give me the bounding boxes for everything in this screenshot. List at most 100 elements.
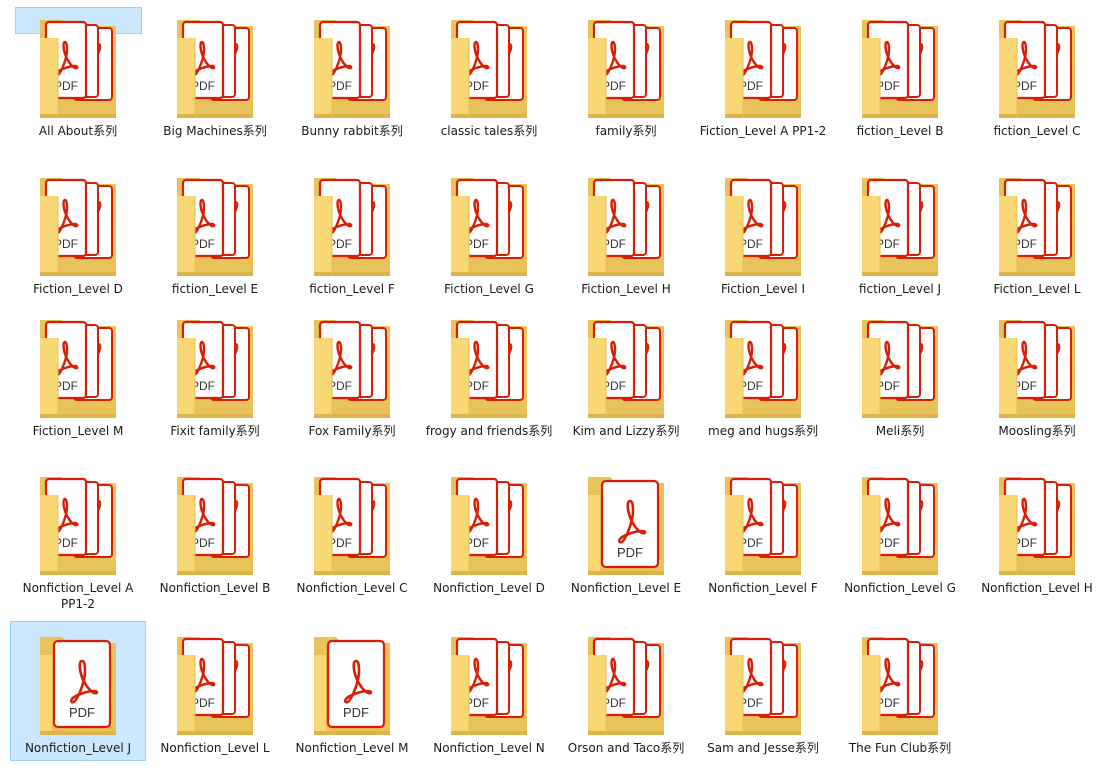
folder-pdf-icon: PDF [175,473,255,577]
folder-item[interactable]: PDF The Fun Club系列 [832,621,968,761]
folder-item[interactable]: PDF fiction_Level C [969,4,1105,154]
folder-single-pdf-icon: PDF [312,633,392,737]
folder-pdf-icon: PDF [38,16,118,120]
folder-name: Nonfiction_Level B [159,581,271,595]
folder-item[interactable]: PDF Nonfiction_Level F [695,461,831,611]
folder-name: family系列 [595,124,657,138]
folder-name: Nonfiction_Level E [570,581,682,595]
folder-item[interactable]: PDF Fiction_Level M [10,304,146,454]
folder-item[interactable]: PDF Nonfiction_Level N [421,621,557,761]
folder-pdf-icon: PDF [997,473,1077,577]
folder-pdf-icon: PDF [723,316,803,420]
folder-pdf-icon: PDF [723,174,803,278]
folder-item[interactable]: PDF Fox Family系列 [284,304,420,454]
folder-name: Orson and Taco系列 [567,741,685,755]
folder-name: Bunny rabbit系列 [301,124,403,138]
folder-item[interactable]: PDF Nonfiction_Level L [147,621,283,761]
folder-name: fiction_Level B [856,124,944,138]
folder-item[interactable]: PDF fiction_Level B [832,4,968,154]
folder-pdf-icon: PDF [175,16,255,120]
folder-pdf-icon: PDF [586,174,666,278]
folder-item[interactable]: PDF fiction_Level F [284,162,420,312]
folder-name: classic tales系列 [440,124,538,138]
folder-pdf-icon: PDF [586,633,666,737]
folder-item[interactable]: PDF Nonfiction_Level E [558,461,694,611]
folder-pdf-icon: PDF [175,316,255,420]
folder-name: Fiction_Level L [993,282,1081,296]
folder-pdf-icon: PDF [586,316,666,420]
folder-pdf-icon: PDF [312,16,392,120]
folder-pdf-icon: PDF [38,473,118,577]
folder-pdf-icon: PDF [997,174,1077,278]
folder-item[interactable]: PDF Orson and Taco系列 [558,621,694,761]
folder-name: fiction_Level C [993,124,1081,138]
folder-name: frogy and friends系列 [425,424,553,438]
folder-name: Meli系列 [875,424,925,438]
folder-pdf-icon: PDF [860,473,940,577]
folder-name: Kim and Lizzy系列 [572,424,680,438]
folder-item[interactable]: PDF classic tales系列 [421,4,557,154]
folder-item[interactable]: PDF Nonfiction_Level D [421,461,557,611]
folder-name: Nonfiction_Level A PP1-2 [22,581,134,611]
folder-item[interactable]: PDF Fiction_Level A PP1-2 [695,4,831,154]
folder-item[interactable]: PDF family系列 [558,4,694,154]
folder-name: Nonfiction_Level J [24,741,132,755]
folder-item[interactable]: PDF Nonfiction_Level H [969,461,1105,611]
folder-item[interactable]: PDF Meli系列 [832,304,968,454]
folder-item[interactable]: PDF meg and hugs系列 [695,304,831,454]
folder-name: Nonfiction_Level G [844,581,956,595]
folder-name: Fixit family系列 [170,424,260,438]
folder-item[interactable]: PDF Big Machines系列 [147,4,283,154]
folder-pdf-icon: PDF [723,16,803,120]
folder-pdf-icon: PDF [586,16,666,120]
folder-item[interactable]: PDF Fixit family系列 [147,304,283,454]
folder-name: Moosling系列 [998,424,1076,438]
folder-item[interactable]: PDF Fiction_Level D [10,162,146,312]
folder-name: Fox Family系列 [308,424,396,438]
folder-pdf-icon: PDF [997,16,1077,120]
folder-item[interactable]: PDF Fiction_Level H [558,162,694,312]
folder-pdf-icon: PDF [723,633,803,737]
folder-name: Nonfiction_Level D [433,581,545,595]
folder-item[interactable]: PDF Nonfiction_Level B [147,461,283,611]
folder-item[interactable]: PDF Nonfiction_Level M [284,621,420,761]
folder-name: Nonfiction_Level M [295,741,409,755]
pdf-label: PDF [617,545,643,560]
folder-item[interactable]: PDF fiction_Level J [832,162,968,312]
folder-item[interactable]: PDF Fiction_Level G [421,162,557,312]
folder-item[interactable]: PDF All About系列 [10,4,146,154]
folder-name: Fiction_Level A PP1-2 [699,124,827,138]
folder-pdf-icon: PDF [860,316,940,420]
folder-item[interactable]: PDF fiction_Level E [147,162,283,312]
folder-name: The Fun Club系列 [848,741,952,755]
folder-item[interactable]: PDF frogy and friends系列 [421,304,557,454]
folder-item[interactable]: PDF Fiction_Level I [695,162,831,312]
folder-name: Fiction_Level D [33,282,123,296]
folder-name: Fiction_Level G [444,282,534,296]
folder-pdf-icon: PDF [449,16,529,120]
folder-name: All About系列 [38,124,118,138]
folder-item[interactable]: PDF Nonfiction_Level C [284,461,420,611]
folder-pdf-icon: PDF [723,473,803,577]
pdf-label: PDF [69,705,95,720]
folder-item[interactable]: PDF Nonfiction_Level J [10,621,146,761]
folder-name: Fiction_Level H [581,282,671,296]
folder-pdf-icon: PDF [312,473,392,577]
folder-name: Nonfiction_Level H [981,581,1093,595]
folder-pdf-icon: PDF [449,473,529,577]
folder-item[interactable]: PDF Nonfiction_Level A PP1-2 [10,461,146,611]
folder-pdf-icon: PDF [860,633,940,737]
folder-item[interactable]: PDF Moosling系列 [969,304,1105,454]
folder-name: Big Machines系列 [163,124,267,138]
folder-item[interactable]: PDF Kim and Lizzy系列 [558,304,694,454]
folder-name: fiction_Level F [309,282,395,296]
folder-pdf-icon: PDF [312,316,392,420]
folder-item[interactable]: PDF Bunny rabbit系列 [284,4,420,154]
folder-name: fiction_Level J [858,282,942,296]
folder-item[interactable]: PDF Nonfiction_Level G [832,461,968,611]
folder-item[interactable]: PDF Sam and Jesse系列 [695,621,831,761]
folder-name: Nonfiction_Level F [708,581,818,595]
folder-item[interactable]: PDF Fiction_Level L [969,162,1105,312]
folder-name: Fiction_Level I [721,282,805,296]
folder-name: Nonfiction_Level N [433,741,545,755]
